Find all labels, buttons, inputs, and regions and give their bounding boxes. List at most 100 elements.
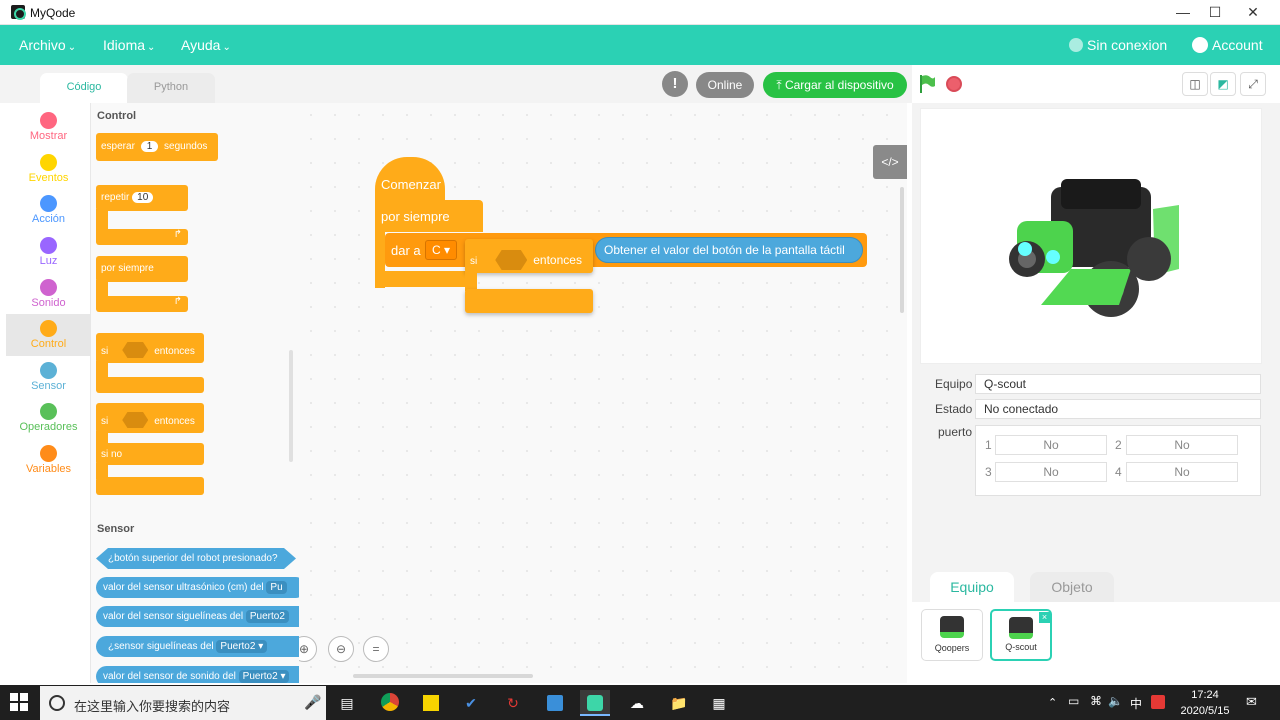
close-icon[interactable]: ✕	[1234, 0, 1272, 25]
port-dropdown[interactable]: Puerto2 ▾	[216, 640, 268, 653]
app-cloud-icon[interactable]: ☁	[622, 690, 652, 716]
upload-icon: ⤒	[776, 78, 782, 92]
taskbar-search[interactable]: 在这里输入你要搜索的内容 🎤	[40, 686, 326, 720]
windows-start-icon[interactable]	[10, 693, 28, 711]
alert-icon[interactable]: !	[662, 71, 688, 97]
sensor-block-sound[interactable]: valor del sensor de sonido del Puerto2 ▾	[96, 666, 299, 683]
zoom-reset-icon[interactable]: =	[363, 636, 389, 662]
menu-ayuda[interactable]: Ayuda ⌄	[181, 37, 231, 53]
variable-dropdown[interactable]: C ▾	[425, 240, 458, 260]
zoom-out-icon[interactable]: ⊖	[328, 636, 354, 662]
app-misc-icon[interactable]: ▦	[704, 690, 734, 716]
maximize-icon[interactable]: ☐	[1196, 0, 1234, 25]
block-if-else[interactable]: si entonces si no	[96, 403, 204, 497]
menu-idioma[interactable]: Idioma ⌄	[103, 37, 155, 53]
code-toggle-icon[interactable]: </>	[873, 145, 907, 179]
connection-label: Sin conexion	[1087, 37, 1168, 53]
category-operadores[interactable]: Operadores	[6, 397, 91, 439]
myqode-taskbar-icon[interactable]	[580, 690, 610, 716]
ime-indicator[interactable]: 中	[1130, 695, 1142, 712]
category-mostrar[interactable]: Mostrar	[6, 106, 91, 148]
sticky-notes-icon[interactable]	[416, 690, 446, 716]
upload-button[interactable]: ⤒ Cargar al dispositivo	[763, 72, 907, 98]
port-dropdown[interactable]: Pu	[266, 581, 287, 594]
stage[interactable]	[920, 108, 1262, 364]
block-forever-ws[interactable]: por siempre	[375, 200, 483, 232]
estado-label: Estado	[935, 402, 973, 416]
category-variables[interactable]: Variables	[6, 439, 91, 481]
robot-card-qscout[interactable]: Q-scout ×	[990, 609, 1052, 661]
green-flag-icon[interactable]	[918, 74, 936, 94]
sensor-block-line-value-label: valor del sensor siguelíneas del	[103, 611, 244, 622]
tab-python[interactable]: Python	[127, 73, 215, 103]
dragged-if-block[interactable]: si entonces	[465, 239, 595, 319]
microphone-icon[interactable]: 🎤	[304, 694, 321, 711]
block-if[interactable]: si entonces	[96, 333, 204, 395]
window-title: MyQode	[30, 6, 76, 20]
category-eventos[interactable]: Eventos	[6, 148, 91, 190]
tab-objeto[interactable]: Objeto	[1030, 572, 1114, 602]
clock-time[interactable]: 17:24	[1180, 689, 1230, 701]
tray-app-icon[interactable]	[1151, 695, 1165, 709]
tab-codigo[interactable]: Código	[40, 73, 128, 103]
equipo-label: Equipo	[935, 377, 973, 391]
menu-archivo[interactable]: Archivo ⌄	[19, 37, 76, 53]
condition-slot[interactable]	[495, 250, 528, 270]
online-button[interactable]: Online	[696, 72, 754, 98]
sensor-block-line-value[interactable]: valor del sensor siguelíneas del Puerto2	[96, 606, 299, 627]
reporter-touch-button[interactable]: Obtener el valor del botón de la pantall…	[595, 237, 863, 263]
block-forever[interactable]: por siempre ↱	[96, 256, 188, 314]
code-workspace[interactable]: Comenzar por siempre dar a C ▾ Obtener e…	[299, 103, 907, 683]
zoom-in-icon[interactable]: ⊕	[299, 636, 317, 662]
network-icon[interactable]: ⌘	[1090, 694, 1102, 708]
block-repeat[interactable]: repetir 10 ↱	[96, 185, 188, 247]
category-accin[interactable]: Acción	[6, 189, 91, 231]
robot-name: Qoopers	[934, 643, 970, 653]
todo-icon[interactable]: ✔	[456, 690, 486, 716]
chevron-down-icon: ⌄	[147, 42, 156, 53]
file-explorer-icon[interactable]: 📁	[664, 690, 694, 716]
search-placeholder: 在这里输入你要搜索的内容	[74, 699, 231, 714]
category-luz[interactable]: Luz	[6, 231, 91, 273]
tray-chevron-icon[interactable]: ⌃	[1048, 696, 1057, 709]
condition-slot[interactable]	[122, 412, 149, 428]
workspace-vscroll[interactable]	[900, 187, 904, 313]
category-sensor[interactable]: Sensor	[6, 356, 91, 398]
robot-card-qoopers[interactable]: Qoopers	[921, 609, 983, 661]
block-repeat-input[interactable]: 10	[132, 192, 154, 203]
category-control[interactable]: Control	[6, 314, 91, 356]
block-wait-input[interactable]: 1	[140, 141, 159, 152]
block-repeat-label: repetir	[101, 192, 130, 203]
condition-slot[interactable]	[122, 342, 149, 358]
port-dropdown[interactable]: Puerto2	[245, 610, 289, 623]
port-dropdown[interactable]: Puerto2 ▾	[238, 670, 290, 683]
chrome-icon[interactable]	[375, 690, 405, 716]
category-sonido[interactable]: Sonido	[6, 273, 91, 315]
split-view-icon[interactable]: ◩	[1210, 72, 1236, 96]
task-view-icon[interactable]: ▤	[332, 690, 362, 716]
sensor-block-top-button[interactable]: ¿botón superior del robot presionado?	[96, 548, 296, 569]
category-label: Eventos	[28, 172, 69, 184]
notification-icon[interactable]: ✉	[1246, 694, 1257, 710]
sensor-block-ultrasonic[interactable]: valor del sensor ultrasónico (cm) del Pu	[96, 577, 299, 598]
stop-icon[interactable]	[946, 76, 962, 92]
block-set-var[interactable]: dar a C ▾ Obtener el valor del botón de …	[385, 233, 867, 267]
workspace-hscroll[interactable]	[353, 674, 533, 678]
block-wait[interactable]: esperar 1 segundos	[96, 133, 218, 161]
account-button[interactable]: Account	[1192, 37, 1263, 53]
palette-scrollbar[interactable]	[289, 350, 293, 462]
tab-equipo[interactable]: Equipo	[930, 572, 1014, 602]
app-red-icon[interactable]: ↻	[498, 690, 528, 716]
connection-status[interactable]: Sin conexion	[1069, 37, 1167, 53]
clock-date[interactable]: 2020/5/15	[1176, 705, 1234, 717]
volume-icon[interactable]: 🔈	[1108, 694, 1123, 708]
block-start[interactable]: Comenzar	[375, 157, 445, 203]
delete-icon[interactable]: ×	[1039, 612, 1050, 623]
equipo-field: Q-scout	[975, 374, 1261, 394]
small-stage-icon[interactable]: ◫	[1182, 72, 1208, 96]
port-value: No	[995, 462, 1107, 482]
robot-thumb	[1009, 617, 1033, 639]
vscode-icon[interactable]	[540, 690, 570, 716]
sensor-block-line-bool[interactable]: ¿sensor siguelíneas del Puerto2 ▾	[96, 636, 299, 657]
fullscreen-icon[interactable]: ⤢	[1240, 72, 1266, 96]
